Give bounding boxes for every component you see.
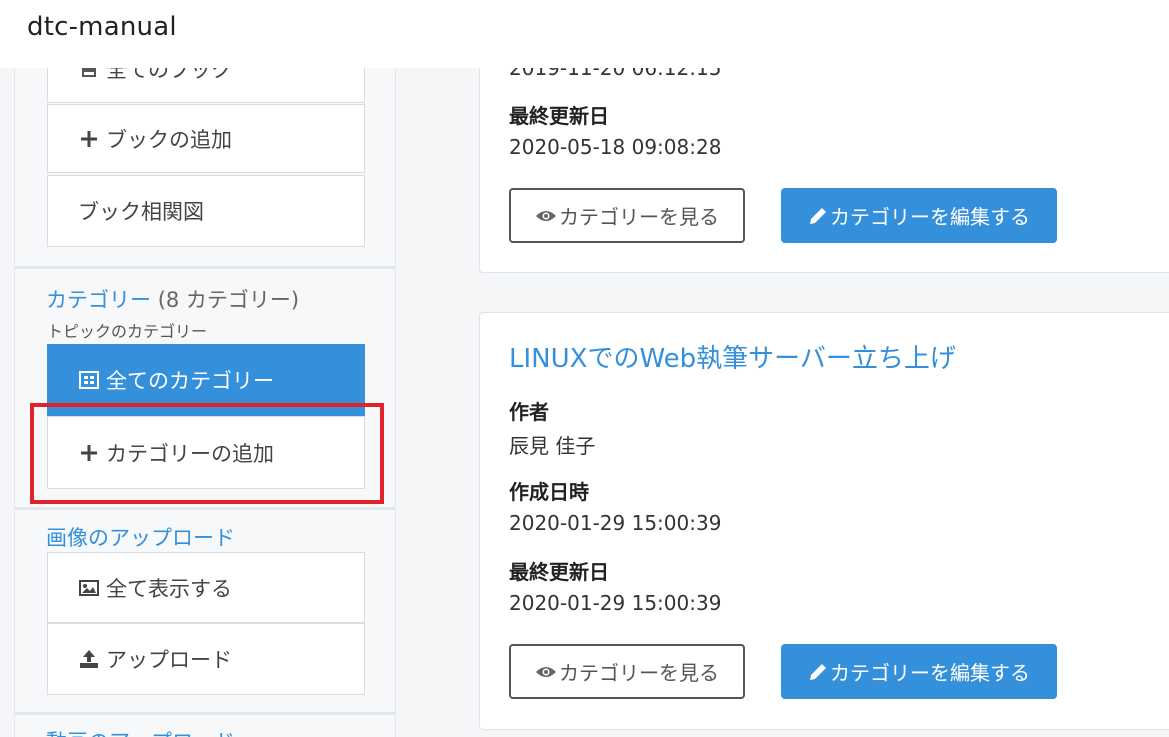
pencil-icon bbox=[808, 206, 828, 226]
top-bar: dtc-manual bbox=[0, 0, 1169, 68]
categories-heading: カテゴリー (8 カテゴリー) bbox=[46, 284, 299, 314]
sidebar-item-label: カテゴリーの追加 bbox=[106, 441, 274, 466]
created-value: 2020-01-29 15:00:39 bbox=[509, 511, 722, 535]
categories-link[interactable]: カテゴリー bbox=[46, 288, 151, 312]
app-title: dtc-manual bbox=[27, 12, 177, 42]
sidebar-item-label: アップロード bbox=[106, 648, 232, 672]
plus-icon bbox=[78, 444, 100, 462]
pencil-icon bbox=[808, 662, 828, 682]
image-icon bbox=[78, 579, 100, 596]
category-title-link[interactable]: LINUXでのWeb執筆サーバー立ち上げ bbox=[509, 338, 956, 375]
videos-heading[interactable]: 動画のアップロード bbox=[46, 726, 235, 737]
panel-divider bbox=[14, 507, 396, 510]
updated-label: 最終更新日 bbox=[509, 560, 609, 584]
eye-icon bbox=[535, 665, 557, 679]
edit-category-button[interactable]: カテゴリーを編集する bbox=[781, 644, 1057, 699]
sidebar-item-label: 全て表示する bbox=[106, 576, 232, 601]
button-label: カテゴリーを見る bbox=[559, 661, 719, 685]
created-label: 作成日時 bbox=[509, 480, 589, 504]
eye-icon bbox=[535, 209, 557, 223]
sidebar-item-add-book[interactable]: ブックの追加 bbox=[47, 104, 365, 173]
upload-icon bbox=[78, 649, 100, 669]
plus-icon bbox=[78, 130, 100, 148]
updated-value: 2020-05-18 09:08:28 bbox=[509, 135, 722, 159]
sidebar-item-all-categories[interactable]: 全てのカテゴリー bbox=[47, 344, 365, 416]
sidebar-item-label: ブック相関図 bbox=[78, 200, 204, 224]
author-label: 作者 bbox=[509, 400, 549, 424]
view-category-button[interactable]: カテゴリーを見る bbox=[509, 644, 745, 699]
button-label: カテゴリーを編集する bbox=[830, 661, 1030, 685]
view-category-button[interactable]: カテゴリーを見る bbox=[509, 188, 745, 243]
sidebar-item-upload-image[interactable]: アップロード bbox=[47, 623, 365, 695]
panel-divider bbox=[14, 266, 396, 269]
sidebar-item-label: ブックの追加 bbox=[106, 127, 232, 152]
categories-subtitle: トピックのカテゴリー bbox=[47, 322, 208, 341]
panel-divider bbox=[14, 712, 396, 715]
button-label: カテゴリーを見る bbox=[559, 205, 719, 229]
button-label: カテゴリーを編集する bbox=[830, 205, 1030, 229]
updated-label: 最終更新日 bbox=[509, 104, 609, 128]
images-heading[interactable]: 画像のアップロード bbox=[46, 522, 235, 552]
updated-value: 2020-01-29 15:00:39 bbox=[509, 591, 722, 615]
sidebar-item-show-all-images[interactable]: 全て表示する bbox=[47, 552, 365, 623]
author-value: 辰見 佳子 bbox=[509, 434, 596, 458]
edit-category-button[interactable]: カテゴリーを編集する bbox=[781, 188, 1057, 243]
category-grid-icon bbox=[78, 371, 100, 389]
sidebar-item-add-category[interactable]: カテゴリーの追加 bbox=[47, 416, 365, 489]
sidebar-item-book-diagram[interactable]: ブック相関図 bbox=[47, 175, 365, 247]
categories-count: (8 カテゴリー) bbox=[157, 288, 300, 312]
sidebar-item-label: 全てのカテゴリー bbox=[106, 369, 274, 393]
